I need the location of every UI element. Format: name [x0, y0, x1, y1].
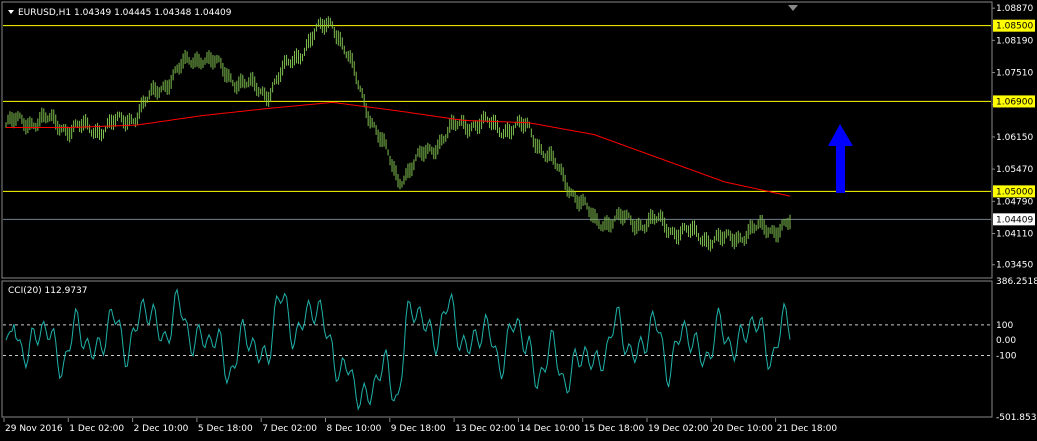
time-tick-label: 2 Dec 10:00 — [134, 424, 189, 434]
price-tick-label: 1.04790 — [996, 197, 1033, 207]
price-tick-label: 1.05470 — [996, 165, 1033, 175]
price-tick-label: 1.06150 — [996, 133, 1033, 143]
symbol-label: EURUSD,H1 1.04349 1.04445 1.04348 1.0440… — [18, 8, 232, 18]
cci-axis: 386.2518 100 0.00 -100 -501.8533 — [996, 277, 1037, 423]
price-tick-label: 1.03450 — [996, 261, 1033, 271]
price-tick-label: 1.08190 — [996, 36, 1033, 46]
time-tick-label: 9 Dec 18:00 — [391, 424, 446, 434]
cci-tick-label: 0.00 — [996, 336, 1016, 346]
current-price-label: 1.04409 — [996, 215, 1033, 225]
time-tick-label: 14 Dec 10:00 — [519, 424, 580, 434]
price-tick-label: 1.08870 — [996, 4, 1033, 14]
time-tick-label: 7 Dec 02:00 — [262, 424, 317, 434]
line-label: 1.06900 — [996, 97, 1033, 107]
price-tick-label: 1.07510 — [996, 69, 1033, 79]
cci-tick-label: 386.2518 — [996, 277, 1037, 287]
price-axis: 1.088701.081901.075101.068301.061501.054… — [992, 4, 1033, 271]
price-tick-label: 1.04110 — [996, 229, 1033, 239]
cci-tick-label: 100 — [996, 321, 1013, 331]
time-tick-label: 5 Dec 18:00 — [198, 424, 253, 434]
line-label: 1.08500 — [996, 22, 1033, 32]
cci-panel[interactable] — [1, 280, 993, 418]
time-tick-label: 29 Nov 2016 — [5, 424, 63, 434]
time-axis: 29 Nov 2016 1 Dec 02:00 2 Dec 10:00 5 Dec 1… — [3, 418, 838, 434]
cci-label: CCI(20) 112.9737 — [8, 286, 88, 296]
trading-chart[interactable]: 1.088701.081901.075101.068301.061501.054… — [0, 0, 1037, 441]
horizontal-line-labels: 1.08500 1.06900 1.05000 1.04409 — [993, 19, 1035, 226]
time-tick-label: 19 Dec 02:00 — [648, 424, 709, 434]
cci-tick-label: -100 — [996, 351, 1017, 361]
time-tick-label: 21 Dec 18:00 — [777, 424, 838, 434]
time-tick-label: 20 Dec 10:00 — [712, 424, 773, 434]
cci-tick-label: -501.8533 — [996, 413, 1037, 423]
time-tick-label: 15 Dec 18:00 — [584, 424, 645, 434]
time-tick-label: 1 Dec 02:00 — [69, 424, 124, 434]
time-tick-label: 13 Dec 02:00 — [455, 424, 516, 434]
time-tick-label: 8 Dec 10:00 — [327, 424, 382, 434]
line-label: 1.05000 — [996, 187, 1033, 197]
